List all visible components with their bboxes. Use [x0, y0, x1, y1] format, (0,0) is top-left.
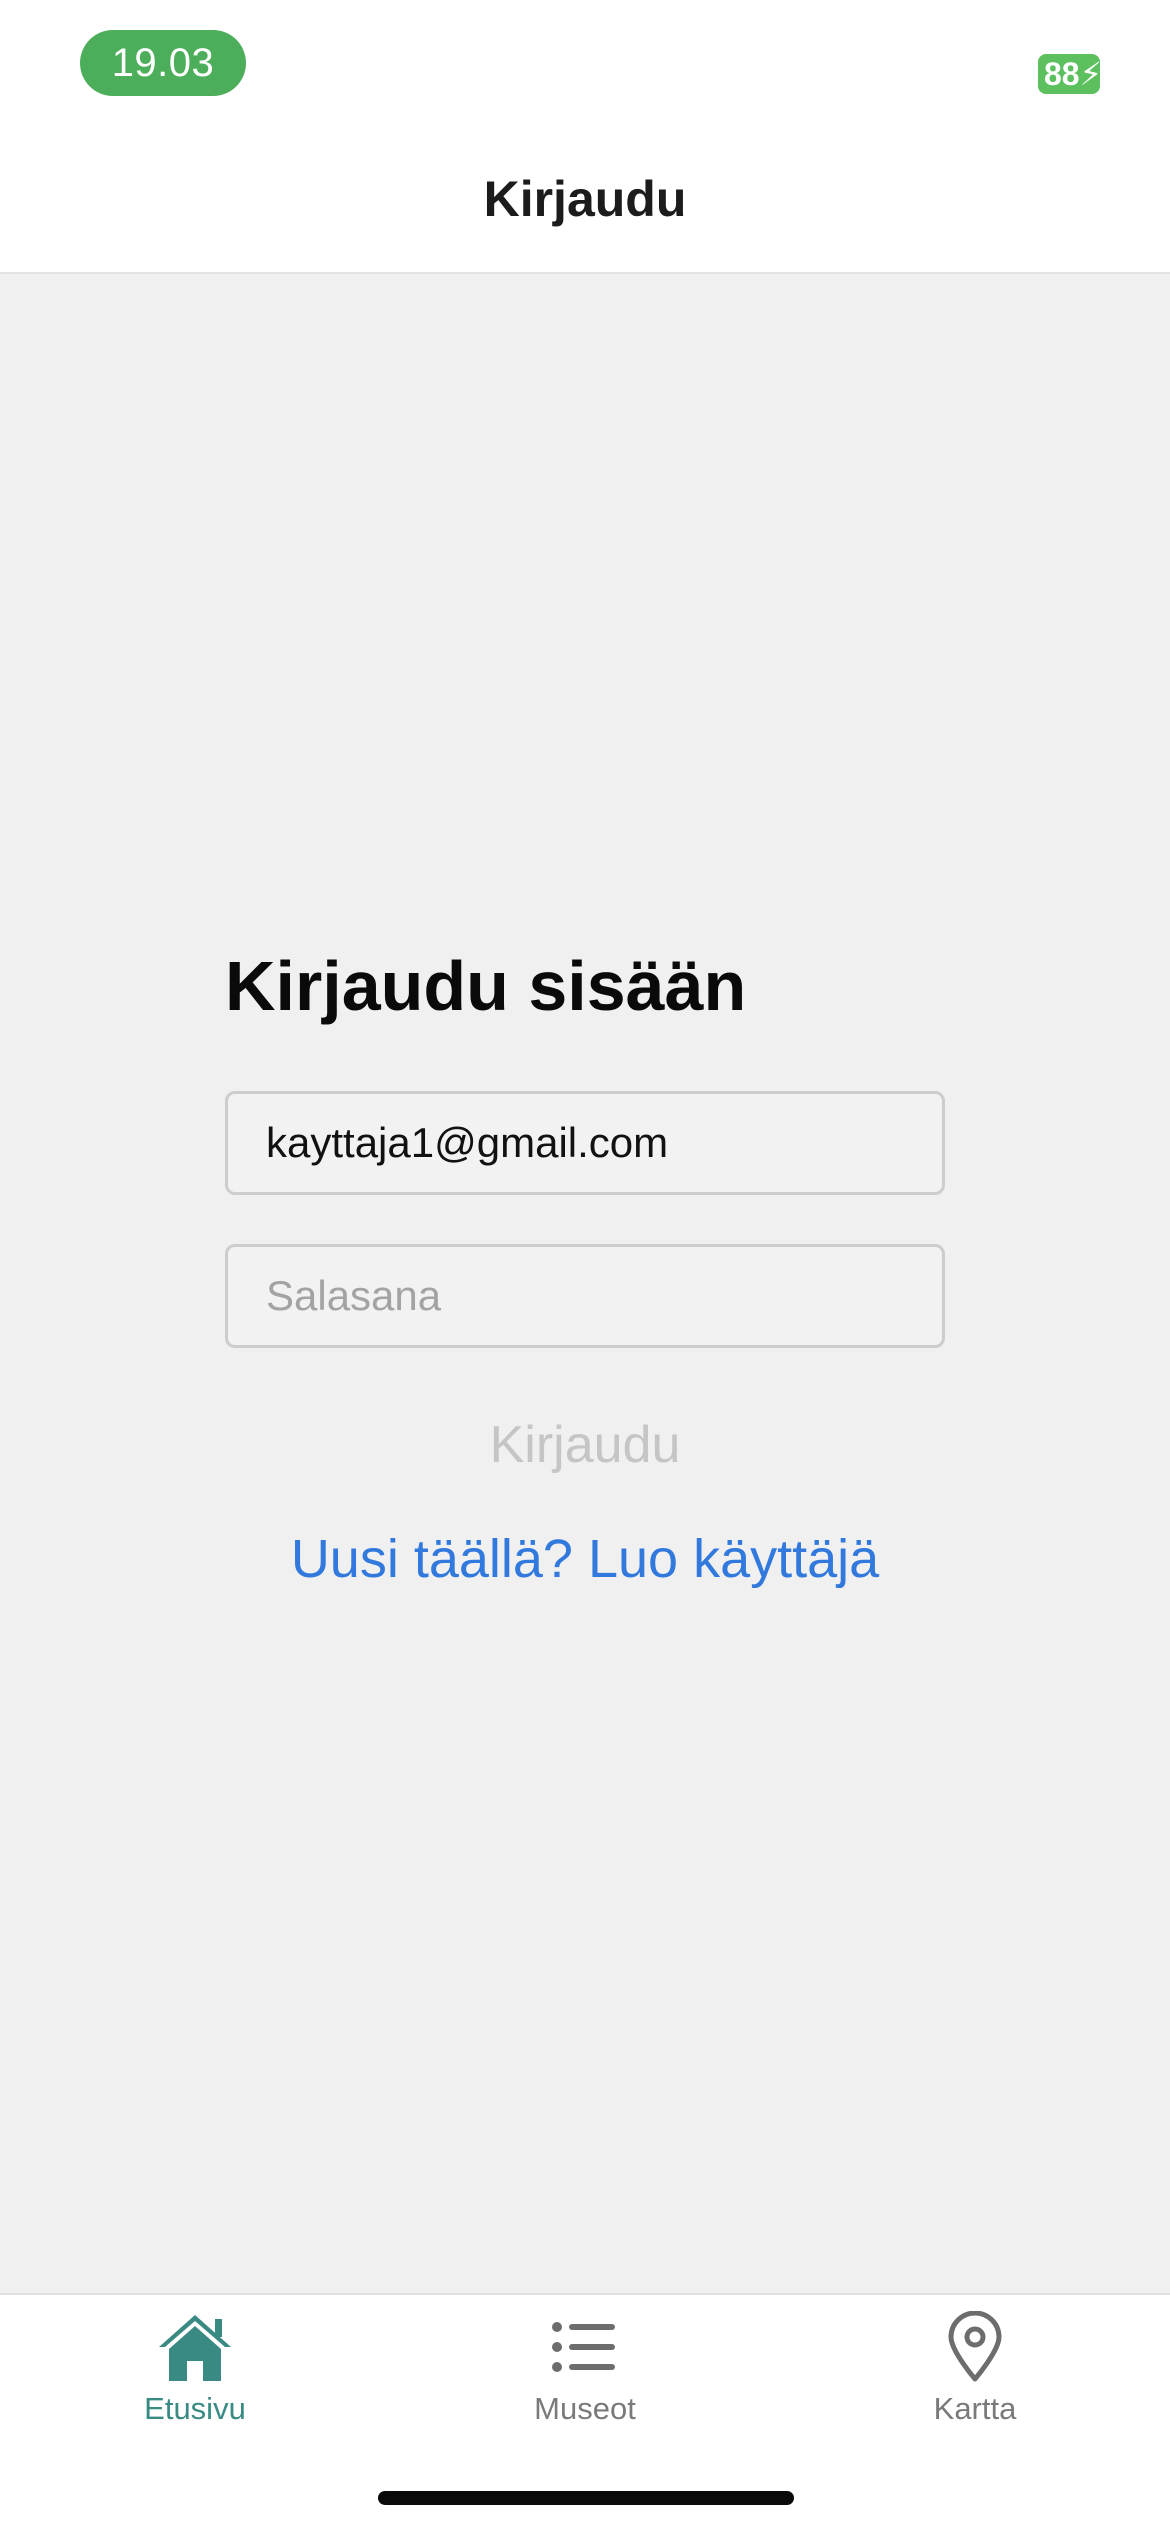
tab-label-etusivu: Etusivu — [144, 2391, 246, 2426]
charging-bolt-icon: ⚡ — [1079, 56, 1100, 92]
tab-label-kartta: Kartta — [933, 2391, 1017, 2426]
signup-link[interactable]: Uusi täällä? Luo käyttäjä — [0, 1528, 1170, 1590]
status-time: 19.03 — [80, 30, 246, 96]
login-button[interactable]: Kirjaudu — [0, 1415, 1170, 1475]
map-pin-icon — [948, 2311, 1002, 2382]
page-title: Kirjaudu — [483, 171, 687, 227]
tab-kartta[interactable]: Kartta — [780, 2311, 1170, 2461]
home-icon — [159, 2315, 231, 2381]
password-field[interactable] — [225, 1244, 945, 1348]
list-icon — [552, 2322, 615, 2372]
battery-level: 88 — [1044, 56, 1080, 92]
top-bar: 19.03 88⚡ Kirjaudu — [0, 0, 1170, 274]
battery-icon: 88⚡ — [1038, 54, 1100, 94]
tab-etusivu[interactable]: Etusivu — [0, 2311, 390, 2461]
tab-museot[interactable]: Museot — [390, 2311, 780, 2461]
login-heading: Kirjaudu sisään — [225, 947, 747, 1025]
email-field[interactable] — [225, 1091, 945, 1195]
tab-label-museot: Museot — [534, 2391, 636, 2426]
home-indicator[interactable] — [378, 2491, 794, 2505]
